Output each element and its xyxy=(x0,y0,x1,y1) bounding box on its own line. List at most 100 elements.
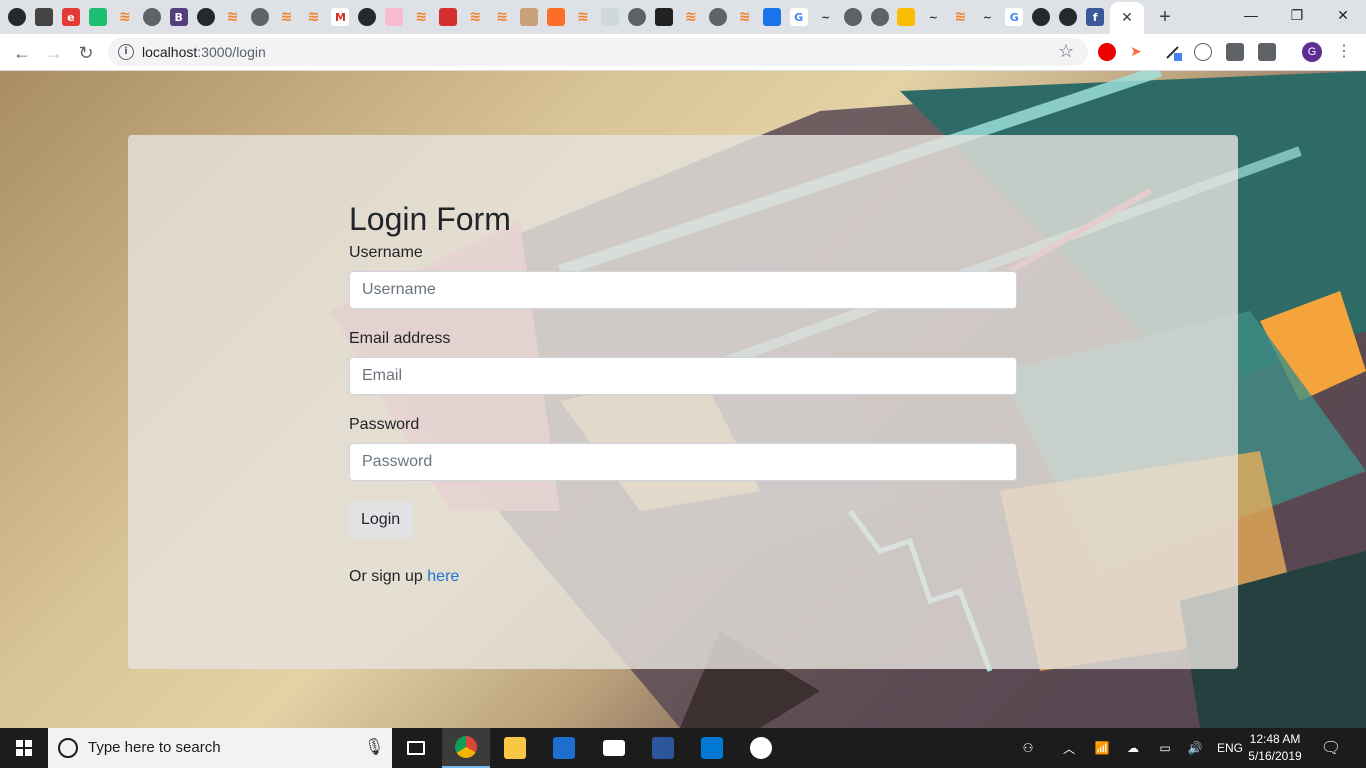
signup-link[interactable]: here xyxy=(427,568,459,585)
stackoverflow-icon[interactable]: ≋ xyxy=(412,8,430,26)
eye-icon[interactable] xyxy=(600,8,619,26)
forward-icon[interactable]: → xyxy=(40,39,68,67)
site-info-icon[interactable]: i xyxy=(118,44,134,60)
page-title: Login Form xyxy=(349,201,511,237)
task-view-icon[interactable] xyxy=(392,728,440,768)
password-input[interactable] xyxy=(349,443,1017,481)
slack-icon[interactable] xyxy=(737,728,785,768)
url-path: :3000/login xyxy=(197,44,266,60)
github-icon[interactable] xyxy=(358,8,377,26)
google-icon[interactable]: G xyxy=(789,8,808,26)
stackoverflow-icon[interactable]: ≋ xyxy=(682,8,700,26)
word-icon[interactable] xyxy=(639,728,687,768)
globe-icon[interactable] xyxy=(843,8,862,26)
stackoverflow-icon[interactable]: ≋ xyxy=(116,8,134,26)
profile-avatar[interactable]: G xyxy=(1302,42,1322,62)
drive-icon[interactable] xyxy=(897,8,916,26)
globe-icon[interactable] xyxy=(627,8,646,26)
globe-icon[interactable] xyxy=(708,8,727,26)
facebook-extension-icon[interactable] xyxy=(1226,43,1244,61)
volume-icon[interactable]: 🔊 xyxy=(1184,728,1206,768)
clock-date: 5/16/2019 xyxy=(1248,749,1302,763)
language-indicator[interactable]: ENG xyxy=(1214,728,1246,768)
defender-icon[interactable] xyxy=(540,728,588,768)
signup-prefix: Or sign up xyxy=(349,568,428,585)
tilde-icon[interactable]: ~ xyxy=(817,8,835,26)
windows-logo-icon xyxy=(16,740,32,756)
box-icon[interactable] xyxy=(34,8,53,26)
github-icon[interactable] xyxy=(8,8,26,26)
globe-icon[interactable] xyxy=(250,8,269,26)
stackoverflow-icon[interactable]: ≋ xyxy=(493,8,511,26)
new-tab-button[interactable]: + xyxy=(1154,5,1176,29)
login-card: Login Form Username Email address Passwo… xyxy=(128,135,1238,669)
email-group: Email address xyxy=(349,329,1017,395)
start-button[interactable] xyxy=(0,728,48,768)
github-icon[interactable] xyxy=(1032,8,1051,26)
tab-close-icon[interactable]: ✕ xyxy=(1119,7,1135,27)
chrome-taskbar-icon[interactable] xyxy=(442,728,490,768)
username-group: Username xyxy=(349,243,1017,309)
people-icon[interactable]: ⚇ xyxy=(1016,728,1040,768)
bookmark-star-icon[interactable]: ☆ xyxy=(1058,41,1074,62)
action-center-icon[interactable]: 🗨 xyxy=(1320,738,1342,758)
email-input[interactable] xyxy=(349,357,1017,395)
wifi-icon[interactable]: 📶 xyxy=(1092,728,1112,768)
system-clock[interactable]: 12:48 AM 5/16/2019 xyxy=(1244,731,1306,765)
adblock-extension-icon[interactable] xyxy=(1098,43,1116,61)
username-input[interactable] xyxy=(349,271,1017,309)
pink-icon[interactable] xyxy=(385,8,404,26)
gmail-icon[interactable]: M xyxy=(331,8,350,26)
password-label: Password xyxy=(349,416,420,433)
trello-icon[interactable] xyxy=(654,8,673,26)
login-button[interactable]: Login xyxy=(349,501,413,539)
shield-icon[interactable] xyxy=(88,8,107,26)
tilde-icon[interactable]: ~ xyxy=(924,8,942,26)
taskbar-search[interactable]: Type here to search 🎙 xyxy=(48,728,392,768)
cloud-sync-icon[interactable]: ☁ xyxy=(1122,728,1144,768)
circle-extension-icon[interactable] xyxy=(1194,43,1212,61)
window-minimize-button[interactable]: — xyxy=(1228,0,1274,30)
tool-extension-icon[interactable] xyxy=(1258,43,1276,61)
chrome-menu-icon[interactable]: ⋮ xyxy=(1336,40,1352,64)
window-close-button[interactable]: ✕ xyxy=(1320,0,1366,30)
e-icon[interactable]: e xyxy=(61,8,80,26)
stackoverflow-icon[interactable]: ≋ xyxy=(304,8,322,26)
github-icon[interactable] xyxy=(196,8,215,26)
cup-icon[interactable] xyxy=(520,8,539,26)
stackoverflow-icon[interactable]: ≋ xyxy=(574,8,592,26)
mail-icon[interactable] xyxy=(590,728,638,768)
url-host: localhost xyxy=(142,44,198,60)
globe-icon[interactable] xyxy=(142,8,161,26)
microphone-icon[interactable]: 🎙 xyxy=(364,737,384,757)
stackoverflow-icon[interactable]: ≋ xyxy=(224,8,242,26)
taskbar-search-placeholder: Type here to search xyxy=(88,739,221,756)
google-icon[interactable]: G xyxy=(1005,8,1024,26)
globe-icon[interactable] xyxy=(870,8,889,26)
reload-icon[interactable]: ↻ xyxy=(72,39,100,67)
bootstrap-icon[interactable]: B xyxy=(169,8,188,26)
address-bar[interactable]: i localhost:3000/login ☆ xyxy=(108,38,1088,66)
login-form: Login Form Username Email address Passwo… xyxy=(349,197,1017,587)
tilde-icon[interactable]: ~ xyxy=(978,8,996,26)
vscode-icon[interactable] xyxy=(688,728,736,768)
stackoverflow-icon[interactable]: ≋ xyxy=(278,8,296,26)
url-text[interactable]: localhost:3000/login xyxy=(142,44,266,60)
pen-extension-icon[interactable] xyxy=(1164,43,1182,61)
stackoverflow-icon[interactable]: ≋ xyxy=(736,8,754,26)
red-square-icon[interactable] xyxy=(439,8,458,26)
password-group: Password xyxy=(349,415,1017,481)
battery-icon[interactable]: ▭ xyxy=(1154,728,1176,768)
extension-arrow-icon[interactable]: ➤ xyxy=(1130,43,1148,61)
back-icon[interactable]: ← xyxy=(8,39,36,67)
facebook-icon[interactable]: f xyxy=(1086,8,1105,26)
show-hidden-icons-chevron-icon[interactable]: ︿ xyxy=(1058,728,1080,768)
chat-icon[interactable] xyxy=(762,8,781,26)
window-restore-button[interactable]: ❐ xyxy=(1274,0,1320,30)
stackoverflow-icon[interactable]: ≋ xyxy=(466,8,484,26)
file-explorer-icon[interactable] xyxy=(491,728,539,768)
github-icon[interactable] xyxy=(1059,8,1078,26)
gitlab-icon[interactable] xyxy=(547,8,566,26)
stackoverflow-icon[interactable]: ≋ xyxy=(951,8,969,26)
email-label: Email address xyxy=(349,330,451,347)
